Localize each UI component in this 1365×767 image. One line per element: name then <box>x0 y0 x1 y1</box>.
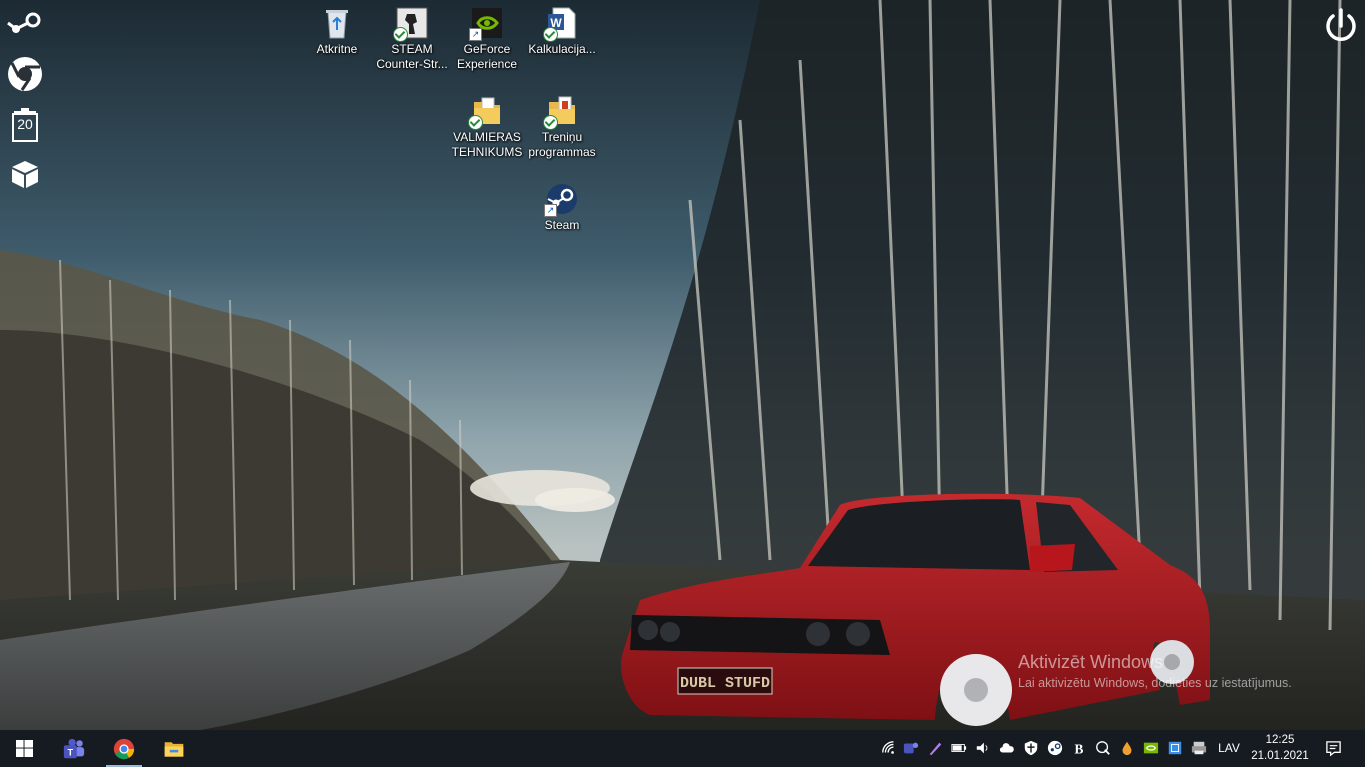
license-plate: DUBL STUFD <box>680 675 770 692</box>
taskbar-teams-button[interactable]: T <box>50 730 98 767</box>
document-folder-icon <box>543 94 579 130</box>
drop-icon[interactable] <box>1118 739 1136 757</box>
steam-icon: ↗ <box>544 182 579 217</box>
start-button[interactable] <box>0 730 48 767</box>
desktop-icon-steam[interactable]: ↗ Steam <box>524 176 600 233</box>
svg-text:B: B <box>1075 741 1084 756</box>
recycle-bin-icon <box>320 6 354 40</box>
sync-check-icon <box>543 115 558 130</box>
steam-tray-icon[interactable] <box>1046 739 1064 757</box>
dock-trash-button[interactable]: 20 <box>6 104 44 142</box>
box-icon <box>12 161 38 188</box>
notification-icon <box>1325 741 1341 757</box>
teams-tray-icon[interactable] <box>902 739 920 757</box>
defender-icon[interactable] <box>1022 739 1040 757</box>
chrome-icon <box>8 57 42 91</box>
taskbar-chrome-button[interactable] <box>100 730 148 767</box>
nvidia-icon[interactable] <box>1142 739 1160 757</box>
dock-steam-button[interactable] <box>6 5 44 43</box>
power-icon <box>1326 8 1356 41</box>
desktop-icon-label: Steam <box>544 218 580 232</box>
taskbar: T B LAV 12:25 21.01.2021 <box>0 730 1365 767</box>
taskbar-file-explorer-button[interactable] <box>150 730 198 767</box>
dock-box-button[interactable] <box>6 155 44 193</box>
notification-center-button[interactable] <box>1318 730 1348 767</box>
word-document-icon: W <box>543 6 579 42</box>
dock-chrome-button[interactable] <box>6 55 44 93</box>
wifi-icon[interactable] <box>880 739 898 757</box>
file-explorer-icon <box>164 741 184 757</box>
desktop-icon-valmieras-tehnikums[interactable]: VALMIERAS TEHNIKUMS <box>449 88 525 160</box>
clock-time: 12:25 <box>1265 734 1295 746</box>
desktop-icon-label: Atkritne <box>316 42 358 56</box>
desktop-icon-label: VALMIERAS TEHNIKUMS <box>451 130 523 159</box>
desktop-wallpaper: DUBL STUFD <box>0 0 1365 730</box>
pen-icon[interactable] <box>926 739 944 757</box>
windows-start-icon <box>15 740 33 757</box>
disk-icon[interactable] <box>1094 739 1112 757</box>
sync-check-icon <box>393 27 408 42</box>
desktop-icon-label: STEAM Counter-Str... <box>376 42 448 71</box>
teams-icon: T <box>63 738 85 758</box>
language-indicator[interactable]: LAV <box>1214 730 1244 767</box>
app-b-icon[interactable]: B <box>1070 739 1088 757</box>
sync-check-icon <box>543 27 558 42</box>
folder-icon <box>468 94 504 130</box>
counter-strike-icon <box>393 6 429 42</box>
desktop-icon-label: GeForce Experience <box>456 42 518 71</box>
printer-icon[interactable] <box>1190 739 1208 757</box>
desktop-icon-geforce[interactable]: ↗ GeForce Experience <box>449 0 525 72</box>
taskbar-clock[interactable]: 12:25 21.01.2021 <box>1248 730 1312 767</box>
desktop-icon-recycle-bin[interactable]: Atkritne <box>299 0 375 57</box>
volume-icon[interactable] <box>974 739 992 757</box>
desktop-icon-trenini-programmas[interactable]: Treniņu programmas <box>524 88 600 160</box>
clock-date: 21.01.2021 <box>1251 750 1309 762</box>
trash-count: 20 <box>17 116 33 132</box>
shortcut-arrow-icon: ↗ <box>544 204 557 217</box>
sync-check-icon <box>468 115 483 130</box>
network-icon[interactable] <box>1166 739 1184 757</box>
power-button[interactable] <box>1321 6 1361 46</box>
cloud-icon[interactable] <box>998 739 1016 757</box>
desktop-icon-label: Treniņu programmas <box>528 130 596 159</box>
desktop-icon-counter-strike[interactable]: STEAM Counter-Str... <box>374 0 450 72</box>
chrome-icon <box>113 738 135 759</box>
geforce-icon: ↗ <box>469 6 504 41</box>
shortcut-arrow-icon: ↗ <box>469 28 482 41</box>
svg-text:T: T <box>67 747 73 757</box>
battery-icon[interactable] <box>950 739 968 757</box>
watermark-subtitle: Lai aktivizētu Windows, dodieties uz ies… <box>1018 676 1292 690</box>
activation-watermark: Aktivizēt Windows Lai aktivizētu Windows… <box>1018 652 1292 690</box>
steam-icon <box>7 12 41 33</box>
watermark-title: Aktivizēt Windows <box>1018 652 1164 672</box>
desktop-icon-label: Kalkulacija... <box>528 42 596 56</box>
desktop-icon-kalkulacija[interactable]: W Kalkulacija... <box>524 0 600 57</box>
